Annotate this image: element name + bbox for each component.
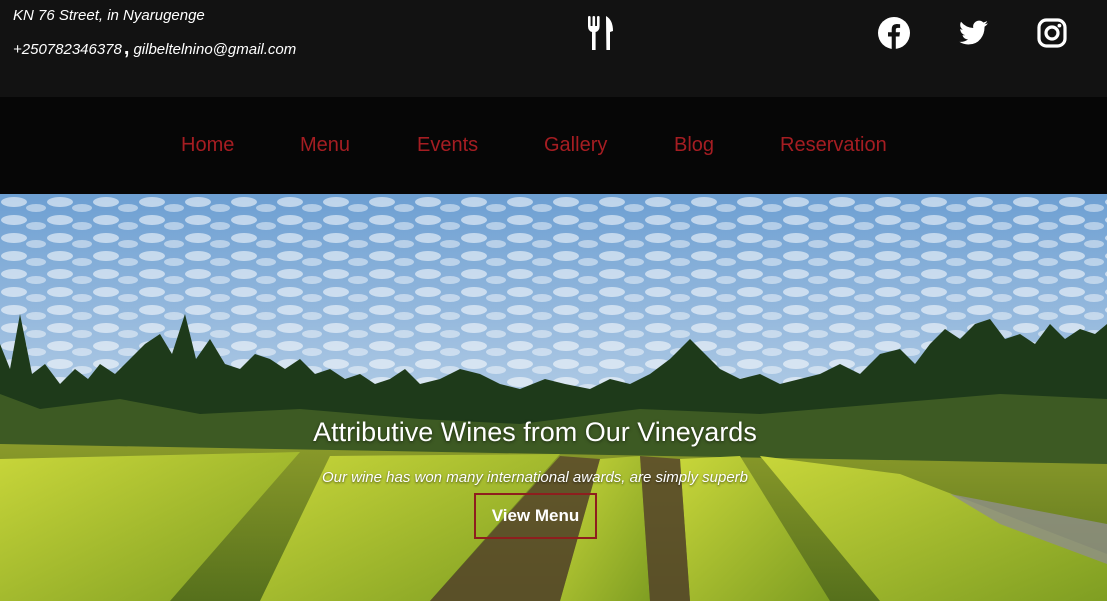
hero-subtitle: Our wine has won many international awar… bbox=[321, 469, 749, 486]
phone-text[interactable]: +250782346378 bbox=[13, 41, 122, 58]
nav-item-menu[interactable]: Menu bbox=[300, 133, 350, 157]
hero-title: Attributive Wines from Our Vineyards bbox=[313, 417, 757, 447]
vineyard-background-image bbox=[0, 194, 1107, 601]
email-text[interactable]: gilbeltelnino@gmail.com bbox=[133, 41, 296, 58]
contact-separator: , bbox=[123, 37, 130, 59]
fork-knife-icon[interactable] bbox=[586, 15, 616, 51]
contact-info: KN 76 Street, in Nyarugenge +25078234637… bbox=[13, 6, 296, 60]
hero-banner: Attributive Wines from Our Vineyards Our… bbox=[0, 194, 1107, 601]
contact-line: +250782346378, gilbeltelnino@gmail.com bbox=[13, 38, 296, 60]
view-menu-button[interactable]: View Menu bbox=[474, 493, 597, 539]
nav-item-events[interactable]: Events bbox=[417, 133, 478, 157]
nav-item-gallery[interactable]: Gallery bbox=[544, 133, 607, 157]
nav-item-reservation[interactable]: Reservation bbox=[780, 133, 887, 157]
nav-item-home[interactable]: Home bbox=[181, 133, 234, 157]
address-text: KN 76 Street, in Nyarugenge bbox=[13, 7, 205, 24]
nav-item-blog[interactable]: Blog bbox=[674, 133, 714, 157]
instagram-icon[interactable] bbox=[1035, 16, 1069, 50]
twitter-icon[interactable] bbox=[956, 16, 990, 50]
facebook-icon[interactable] bbox=[877, 16, 911, 50]
top-bar: KN 76 Street, in Nyarugenge +25078234637… bbox=[0, 0, 1107, 97]
main-nav: Home Menu Events Gallery Blog Reservatio… bbox=[0, 97, 1107, 194]
